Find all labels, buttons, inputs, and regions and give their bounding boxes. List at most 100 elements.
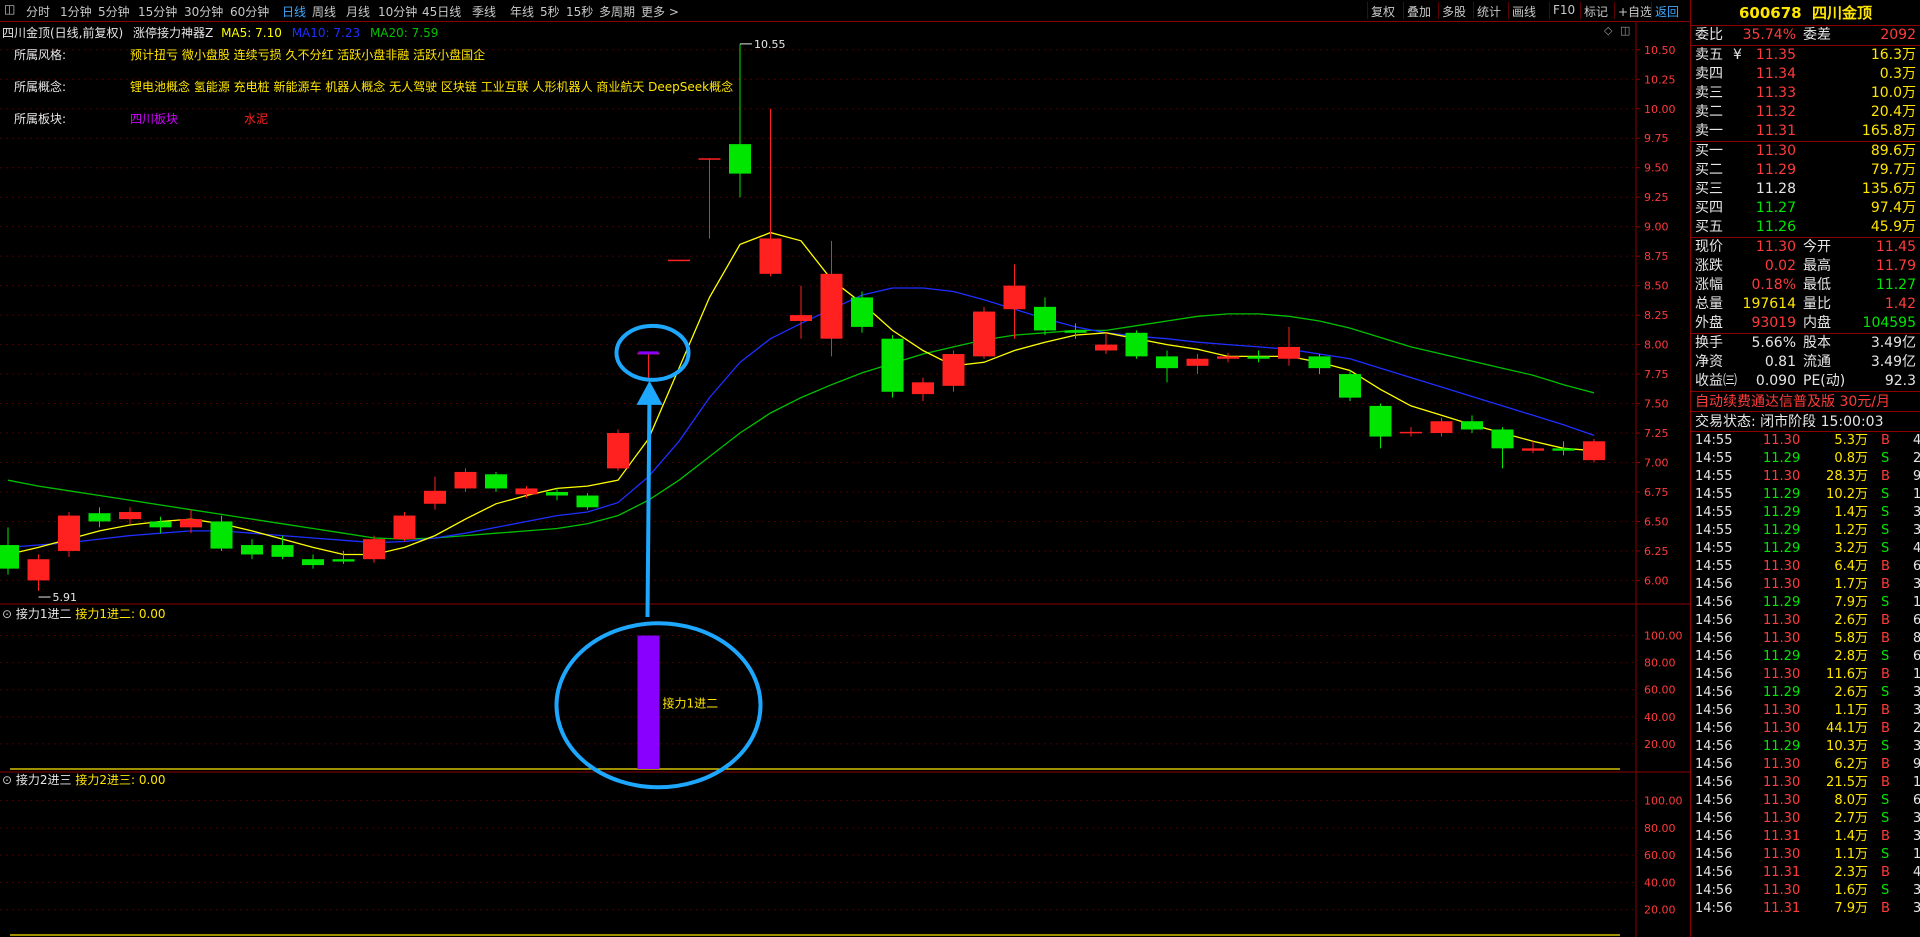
candle-body[interactable] <box>1369 405 1392 437</box>
pane3-indicator-name[interactable]: 接力2进三 <box>16 773 72 787</box>
candle-body[interactable] <box>1491 429 1514 449</box>
candle-body[interactable] <box>851 297 873 327</box>
candle-body[interactable] <box>363 539 385 560</box>
candle-body[interactable] <box>302 559 324 566</box>
period-tab-14[interactable]: 15秒 <box>566 3 593 20</box>
period-tab-3[interactable]: 15分钟 <box>138 3 177 20</box>
candle-body[interactable] <box>88 513 111 522</box>
collapse-icon[interactable]: ⊙ <box>2 607 12 621</box>
toolbar-button-8[interactable]: 返回 <box>1655 3 1679 20</box>
ask-row[interactable]: 卖二 11.32 20.4万 <box>1691 103 1920 122</box>
candle-body[interactable] <box>1125 332 1148 357</box>
bid-row[interactable]: 买五 11.26 45.9万 <box>1691 218 1920 237</box>
period-tab-1[interactable]: 1分钟 <box>60 3 92 20</box>
period-tab-0[interactable]: 分时 <box>26 3 50 20</box>
candle-body[interactable] <box>1156 356 1178 369</box>
period-tab-9[interactable]: 10分钟 <box>378 3 417 20</box>
period-tab-5[interactable]: 60分钟 <box>230 3 269 20</box>
period-tab-13[interactable]: 5秒 <box>540 3 560 20</box>
candle-body[interactable] <box>0 545 19 569</box>
collapse-icon[interactable]: ⊙ <box>2 773 12 787</box>
candle-body[interactable] <box>973 311 995 357</box>
candle-body[interactable] <box>332 559 355 562</box>
candle-body[interactable] <box>1430 421 1453 434</box>
candle-body[interactable] <box>1461 421 1483 430</box>
period-tab-10[interactable]: 45日线 <box>422 3 461 20</box>
period-tab-12[interactable]: 年线 <box>510 3 534 20</box>
candle-body[interactable] <box>1522 448 1544 451</box>
candle-body[interactable] <box>485 474 507 489</box>
toolbar-button-6[interactable]: 标记 <box>1584 3 1608 20</box>
candle-body[interactable] <box>1400 431 1422 434</box>
candle-body[interactable] <box>1217 356 1239 359</box>
candle-body[interactable] <box>119 512 141 520</box>
candle-body[interactable] <box>1583 441 1605 461</box>
candle-body[interactable] <box>1552 448 1575 451</box>
indicator-name[interactable]: 涨停接力神器Z <box>133 26 213 40</box>
bid-row[interactable]: 买三 11.28 135.6万 <box>1691 180 1920 199</box>
bid-row[interactable]: 买二 11.29 79.7万 <box>1691 161 1920 180</box>
kline-chart[interactable]: 10.50 10.25 10.00 9.75 9.50 9.25 9.00 8.75 8.50 8… <box>0 22 1690 937</box>
candle-body[interactable] <box>942 354 965 386</box>
candle-body[interactable] <box>271 545 294 557</box>
candle-body[interactable] <box>820 273 843 339</box>
candle-body[interactable] <box>149 521 172 528</box>
period-tab-8[interactable]: 月线 <box>346 3 370 20</box>
candle-body[interactable] <box>912 382 934 395</box>
ask-row[interactable]: 卖四 11.34 0.3万 <box>1691 65 1920 84</box>
period-tab-6[interactable]: 日线 <box>282 3 306 20</box>
toolbar-button-2[interactable]: 多股 <box>1442 3 1466 20</box>
toolbar-button-5[interactable]: F10 <box>1553 3 1575 17</box>
candle-body[interactable] <box>698 158 721 160</box>
candle-body[interactable] <box>1034 306 1056 331</box>
diamond-icon[interactable]: ◇ <box>1604 24 1613 37</box>
candle-body[interactable] <box>668 259 690 262</box>
candle-body[interactable] <box>27 559 50 581</box>
tick-list[interactable]: 14:55 11.30 5.3万 B 4 14:55 11.29 0.8万 S 2 14:55 11.… <box>1691 432 1920 918</box>
candle-body[interactable] <box>210 521 233 549</box>
period-tab-4[interactable]: 30分钟 <box>184 3 223 20</box>
candle-body[interactable] <box>790 315 812 321</box>
toolbar-button-4[interactable]: 画线 <box>1512 3 1536 20</box>
candle-body[interactable] <box>1339 374 1361 398</box>
candle-body[interactable] <box>1278 346 1300 359</box>
candle-body[interactable] <box>759 238 782 274</box>
toolbar-button-3[interactable]: 统计 <box>1477 3 1501 20</box>
ask-row[interactable]: 卖五 ¥11.35 16.3万 <box>1691 46 1920 65</box>
period-tab-2[interactable]: 5分钟 <box>98 3 130 20</box>
toolbar-button-0[interactable]: 复权 <box>1371 3 1395 20</box>
sector-value-sichuan[interactable]: 四川板块 <box>130 110 244 127</box>
period-tab-7[interactable]: 周线 <box>312 3 336 20</box>
candle-body[interactable] <box>241 545 263 555</box>
candle-body[interactable] <box>454 471 477 489</box>
candle-body[interactable] <box>424 490 446 504</box>
candle-body[interactable] <box>881 338 904 392</box>
candle-body[interactable] <box>515 488 538 495</box>
ask-row[interactable]: 卖三 11.33 10.0万 <box>1691 84 1920 103</box>
ask-row[interactable]: 卖一 11.31 165.8万 <box>1691 122 1920 141</box>
toolbar-button-7[interactable]: +自选 <box>1618 3 1652 20</box>
sector-value-cement[interactable]: 水泥 <box>244 112 268 126</box>
candle-body[interactable] <box>1247 356 1270 359</box>
period-tab-15[interactable]: 多周期 <box>599 3 635 20</box>
candle-body[interactable] <box>576 495 599 508</box>
candle-body[interactable] <box>1095 344 1117 351</box>
candle-body[interactable] <box>58 515 80 551</box>
candle-body[interactable] <box>180 519 202 528</box>
candle-body[interactable] <box>1186 358 1209 366</box>
window-icon[interactable]: ◫ <box>1620 24 1630 37</box>
panel-toggle-icon[interactable]: ◫ <box>4 2 15 16</box>
candle-body[interactable] <box>546 491 568 496</box>
bid-row[interactable]: 买四 11.27 97.4万 <box>1691 199 1920 218</box>
candle-body[interactable] <box>1064 330 1087 333</box>
period-tab-16[interactable]: 更多 > <box>641 3 679 20</box>
candle-body[interactable] <box>393 515 416 540</box>
candle-body[interactable] <box>1003 285 1026 310</box>
candle-body[interactable] <box>1308 356 1331 369</box>
pane2-indicator-name[interactable]: 接力1进二 <box>16 607 72 621</box>
candle-body[interactable] <box>607 433 629 469</box>
signal-bar[interactable] <box>637 635 660 769</box>
candle-body[interactable] <box>729 144 751 174</box>
bid-row[interactable]: 买一 11.30 89.6万 <box>1691 142 1920 161</box>
toolbar-button-1[interactable]: 叠加 <box>1407 3 1431 20</box>
